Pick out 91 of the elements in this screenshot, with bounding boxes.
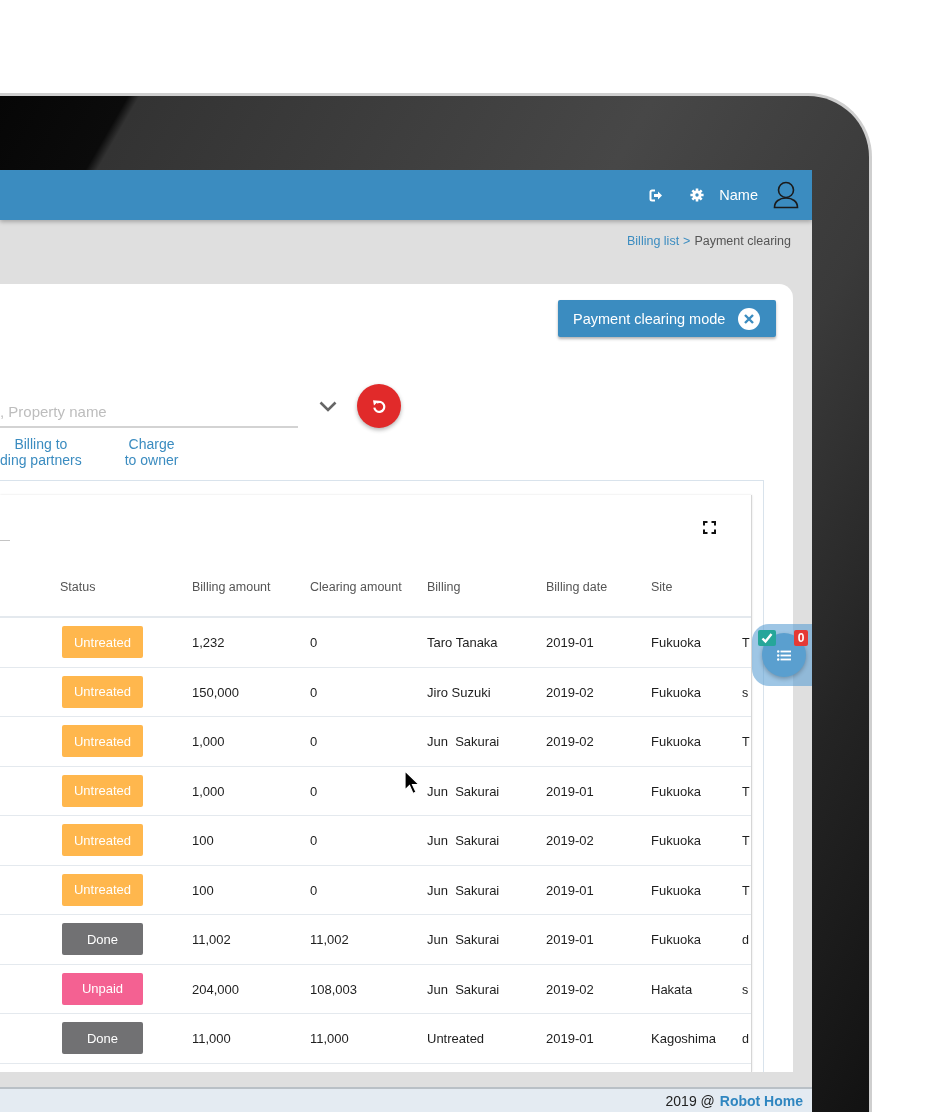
table-cell: 100 bbox=[192, 833, 214, 849]
close-icon[interactable] bbox=[738, 307, 760, 330]
table-cell: 11,002 bbox=[310, 932, 349, 948]
company-link[interactable]: Robot Home bbox=[719, 1092, 803, 1109]
status-badge: Untreated bbox=[62, 824, 143, 857]
table-cell: 1,000 bbox=[192, 734, 225, 750]
table-cell: T bbox=[742, 636, 750, 651]
filter-link[interactable]: Billing to ding partners bbox=[0, 437, 82, 468]
table-cell: Jun Sakurai bbox=[427, 783, 500, 799]
status-badge: Done bbox=[62, 923, 143, 956]
table-cell: 2019-01 bbox=[546, 1031, 594, 1047]
table-cell: 0 bbox=[310, 635, 318, 651]
table-cell: Fukuoka bbox=[651, 882, 701, 898]
status-badge: Untreated bbox=[62, 774, 143, 807]
table-cell: 2019-02 bbox=[546, 981, 594, 997]
table-cell: Jun Sakurai bbox=[427, 882, 500, 898]
column-header: Site bbox=[651, 580, 673, 594]
undo-icon bbox=[372, 399, 386, 413]
logout-icon[interactable] bbox=[649, 188, 664, 202]
cursor-icon bbox=[404, 770, 421, 796]
search-field[interactable]: , Property name bbox=[0, 384, 298, 428]
status-badge: Untreated bbox=[62, 873, 143, 906]
table-cell: T bbox=[742, 883, 750, 898]
table-cell: 2019-01 bbox=[546, 932, 594, 948]
column-header: Clearing amount bbox=[310, 580, 402, 594]
table-cell: 100 bbox=[192, 882, 214, 898]
table-cell: 0 bbox=[310, 833, 318, 849]
breadcrumb-current: Payment clearing bbox=[694, 234, 791, 248]
table-cell: 2019-02 bbox=[546, 833, 594, 849]
copyright-text: 2019 @ bbox=[665, 1092, 715, 1109]
table-cell: 11,002 bbox=[192, 932, 231, 948]
table-cell: s bbox=[742, 685, 749, 700]
column-header: Billing bbox=[427, 580, 461, 594]
table-cell: Jiro Suzuki bbox=[427, 684, 491, 700]
user-name: Name bbox=[719, 187, 758, 203]
breadcrumb-separator: > bbox=[683, 234, 691, 248]
table-cell: 1,232 bbox=[192, 635, 225, 651]
table-cell: 2019-02 bbox=[546, 734, 594, 750]
table-cell: 108,003 bbox=[310, 981, 357, 997]
reset-button[interactable] bbox=[357, 384, 401, 428]
count-badge: 0 bbox=[794, 630, 808, 646]
status-badge: Untreated bbox=[62, 725, 143, 758]
table-cell: Jun Sakurai bbox=[427, 734, 500, 750]
column-header: Billing date bbox=[546, 580, 608, 594]
table-cell: Fukuoka bbox=[651, 833, 701, 849]
table-cell: Jun Sakurai bbox=[427, 833, 500, 849]
table-cell: 11,000 bbox=[310, 1031, 349, 1047]
table-cell: T bbox=[742, 735, 750, 750]
table-cell: d bbox=[742, 1032, 749, 1047]
status-badge: Done bbox=[62, 1022, 143, 1055]
breadcrumb-link[interactable]: Billing list bbox=[627, 234, 680, 248]
table-cell: 11,000 bbox=[192, 1031, 231, 1047]
table-cell: 2019-01 bbox=[546, 783, 594, 799]
table-cell: 2019-02 bbox=[546, 684, 594, 700]
status-badge: Untreated bbox=[62, 675, 143, 708]
table-cell: 2019-01 bbox=[546, 635, 594, 651]
settings-icon[interactable] bbox=[690, 188, 705, 202]
chevron-down-icon[interactable] bbox=[319, 400, 337, 412]
table-cell: Untreated bbox=[427, 1031, 485, 1047]
payment-clearing-mode-button[interactable]: Payment clearing mode bbox=[558, 300, 776, 337]
table-cell: 204,000 bbox=[192, 981, 239, 997]
user-icon[interactable] bbox=[773, 181, 799, 209]
column-header: Billing amount bbox=[192, 580, 271, 594]
table-cell: Fukuoka bbox=[651, 783, 701, 799]
status-badge: Untreated bbox=[62, 626, 143, 659]
check-icon bbox=[758, 630, 776, 646]
table-cell: 150,000 bbox=[192, 684, 239, 700]
table-cell: Fukuoka bbox=[651, 635, 701, 651]
table-cell: Taro Tanaka bbox=[427, 635, 498, 651]
table-cell: Fukuoka bbox=[651, 932, 701, 948]
table-cell: T bbox=[742, 784, 750, 799]
table-cell: 0 bbox=[310, 783, 318, 799]
table-cell: Kagoshima bbox=[651, 1031, 717, 1047]
table-cell: 1,000 bbox=[192, 783, 225, 799]
table-cell: T bbox=[742, 834, 750, 849]
status-badge: Unpaid bbox=[62, 972, 143, 1005]
table-cell: Jun Sakurai bbox=[427, 932, 500, 948]
list-icon bbox=[777, 649, 791, 661]
table-cell: s bbox=[742, 982, 749, 997]
fullscreen-icon[interactable] bbox=[703, 521, 716, 534]
filter-link[interactable]: Charge to owner bbox=[124, 437, 179, 468]
table-cell: 2019-01 bbox=[546, 882, 594, 898]
table-cell: Fukuoka bbox=[651, 684, 701, 700]
table-cell: 0 bbox=[310, 734, 318, 750]
column-header: Status bbox=[60, 580, 96, 594]
table-cell: Fukuoka bbox=[651, 734, 701, 750]
table-cell: d bbox=[742, 933, 749, 948]
table-cell: 0 bbox=[310, 684, 318, 700]
table-cell: Hakata bbox=[651, 981, 693, 997]
table-cell: Jun Sakurai bbox=[427, 981, 500, 997]
table-cell: 0 bbox=[310, 882, 318, 898]
